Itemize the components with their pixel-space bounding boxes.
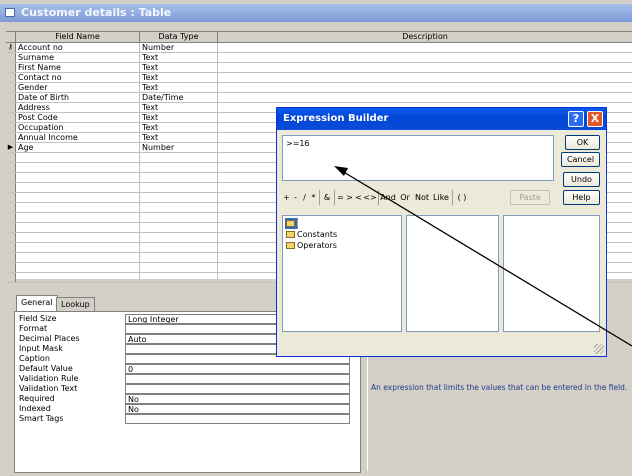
- arrow-to-expression: [341, 170, 632, 347]
- access-window: Customer details : Table Field Name Data…: [0, 0, 632, 476]
- arrowhead: [334, 166, 348, 176]
- annotation-arrows: [334, 166, 632, 347]
